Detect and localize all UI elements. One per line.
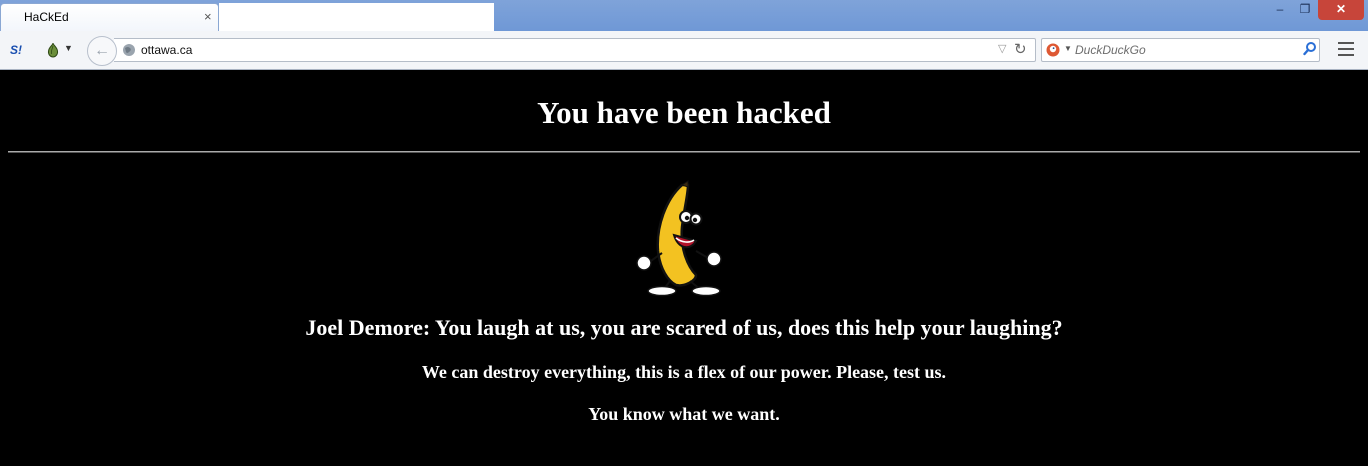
onion-icon[interactable]	[46, 42, 60, 58]
s-extension-icon[interactable]: S!	[10, 43, 22, 57]
minimize-button[interactable]: –	[1268, 0, 1292, 20]
url-bar[interactable]: ottawa.ca ▽ ↻	[114, 38, 1036, 62]
page-heading: You have been hacked	[537, 95, 831, 130]
search-icon[interactable]	[1303, 41, 1317, 57]
s-extension-label: S!	[10, 43, 22, 57]
dancing-banana-image	[636, 180, 722, 297]
restore-button[interactable]: ❐	[1292, 0, 1318, 20]
globe-icon	[123, 44, 135, 56]
reload-icon[interactable]: ↻	[1014, 40, 1027, 58]
onion-dropdown-icon[interactable]: ▼	[64, 43, 73, 53]
browser-toolbar: S! ▼ ottawa.ca ▽ ↻ ← ▼	[0, 31, 1368, 70]
search-bar[interactable]: ▼	[1041, 38, 1320, 62]
back-arrow-icon[interactable]: ←	[87, 36, 117, 66]
message-line-2: We can destroy everything, this is a fle…	[421, 362, 947, 382]
message-line-3: You know what we want.	[588, 404, 780, 424]
message-line-1: Joel Demore: You laugh at us, you are sc…	[305, 315, 1063, 340]
close-window-button[interactable]: ✕	[1318, 0, 1364, 20]
url-text[interactable]: ottawa.ca	[141, 43, 192, 57]
search-input[interactable]	[1075, 42, 1300, 58]
duckduckgo-icon[interactable]	[1046, 43, 1060, 57]
tab-title: HaCkEd	[24, 10, 69, 24]
tab-hacked[interactable]: HaCkEd ×	[0, 3, 219, 31]
divider	[8, 151, 1360, 153]
tab-close-icon[interactable]: ×	[204, 9, 212, 24]
hamburger-menu-icon[interactable]	[1338, 42, 1356, 58]
window-titlebar: HaCkEd × – ❐ ✕	[0, 0, 1368, 31]
page-content: You have been hacked Joel Demore: You la…	[0, 71, 1368, 466]
search-engine-dropdown-icon[interactable]: ▼	[1064, 44, 1072, 53]
new-tab-area[interactable]	[219, 3, 494, 31]
dropdown-arrow-icon[interactable]: ▽	[998, 42, 1006, 55]
